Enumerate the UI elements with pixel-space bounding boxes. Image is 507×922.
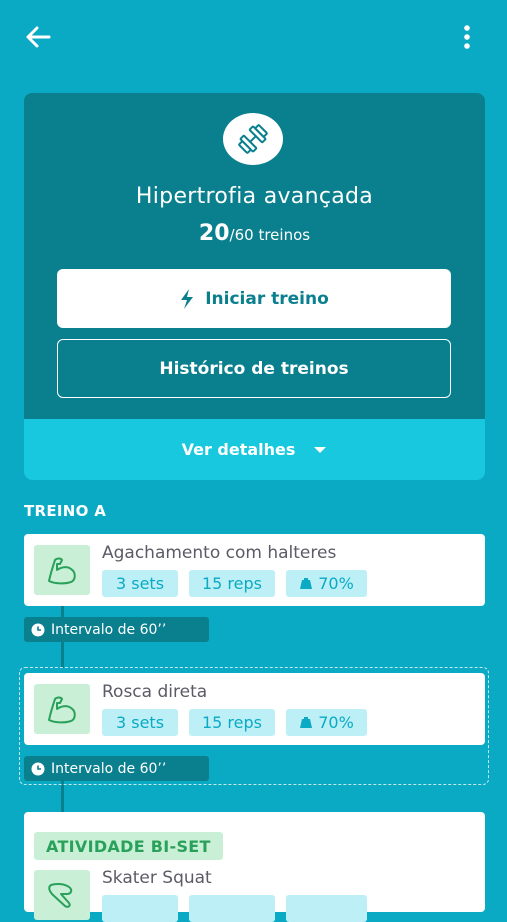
load-value: 70% [318,713,354,732]
reps-value: 15 reps [201,713,262,732]
exercise-card[interactable]: Agachamento com halteres 3 sets 15 reps … [24,534,485,606]
rest-interval: Intervalo de 60’’ [24,617,209,642]
muscle-arm-icon [48,557,76,585]
reps-chip: 15 reps [189,570,275,597]
sets-value: 3 sets [115,713,165,732]
load-value: 70% [318,574,354,593]
interval-label: Intervalo de 60’’ [51,760,167,777]
view-details-toggle[interactable]: Ver detalhes [24,419,485,480]
biset-card[interactable]: ATIVIDADE BI-SET Skater Squat [24,812,485,922]
total-label: /60 treinos [229,226,311,244]
exercise-icon-badge [34,684,90,734]
rest-interval: Intervalo de 60’’ [24,756,209,781]
sets-value: 3 sets [115,574,165,593]
sets-chip [102,895,178,922]
lightning-icon [181,288,194,309]
biset-tag: ATIVIDADE BI-SET [34,832,223,860]
muscle-arm-icon [48,696,76,724]
weight-icon [300,578,313,589]
chevron-down-icon [314,446,327,453]
clock-icon [31,762,45,775]
exercise-card[interactable]: Rosca direta 3 sets 15 reps 70% [24,673,485,745]
start-workout-label: Iniciar treino [205,288,329,309]
program-icon-badge [223,113,283,165]
load-chip: 70% [286,709,367,736]
arrow-left-icon [26,26,51,48]
exercise-name: Skater Squat [102,868,212,888]
program-progress: 20/60 treinos [24,221,485,246]
exercise-icon-badge [34,545,90,595]
section-title: TREINO A [24,502,107,520]
workout-history-label: Histórico de treinos [159,358,349,379]
leg-icon [48,882,73,908]
interval-label: Intervalo de 60’’ [51,621,167,638]
program-title: Hipertrofia avançada [135,184,374,209]
reps-chip: 15 reps [189,709,275,736]
sets-chip: 3 sets [102,570,178,597]
exercise-icon-badge [34,870,90,920]
top-bar [0,0,507,76]
exercise-name: Agachamento com halteres [102,543,337,563]
dumbbell-icon [238,124,268,154]
reps-value: 15 reps [201,574,262,593]
completed-count: 20 [198,221,230,246]
back-button[interactable] [22,22,58,54]
load-chip: 70% [286,570,367,597]
reps-chip [189,895,275,922]
start-workout-button[interactable]: Iniciar treino [57,269,451,328]
view-details-label: Ver detalhes [181,440,296,459]
workout-history-button[interactable]: Histórico de treinos [57,339,451,398]
clock-icon [31,623,45,636]
weight-icon [300,717,313,728]
load-chip [286,895,367,922]
exercise-name: Rosca direta [102,682,208,702]
sets-chip: 3 sets [102,709,178,736]
more-options-button[interactable] [455,22,479,54]
more-vertical-icon [464,25,470,49]
program-card: Hipertrofia avançada 20/60 treinos Inici… [24,93,485,480]
